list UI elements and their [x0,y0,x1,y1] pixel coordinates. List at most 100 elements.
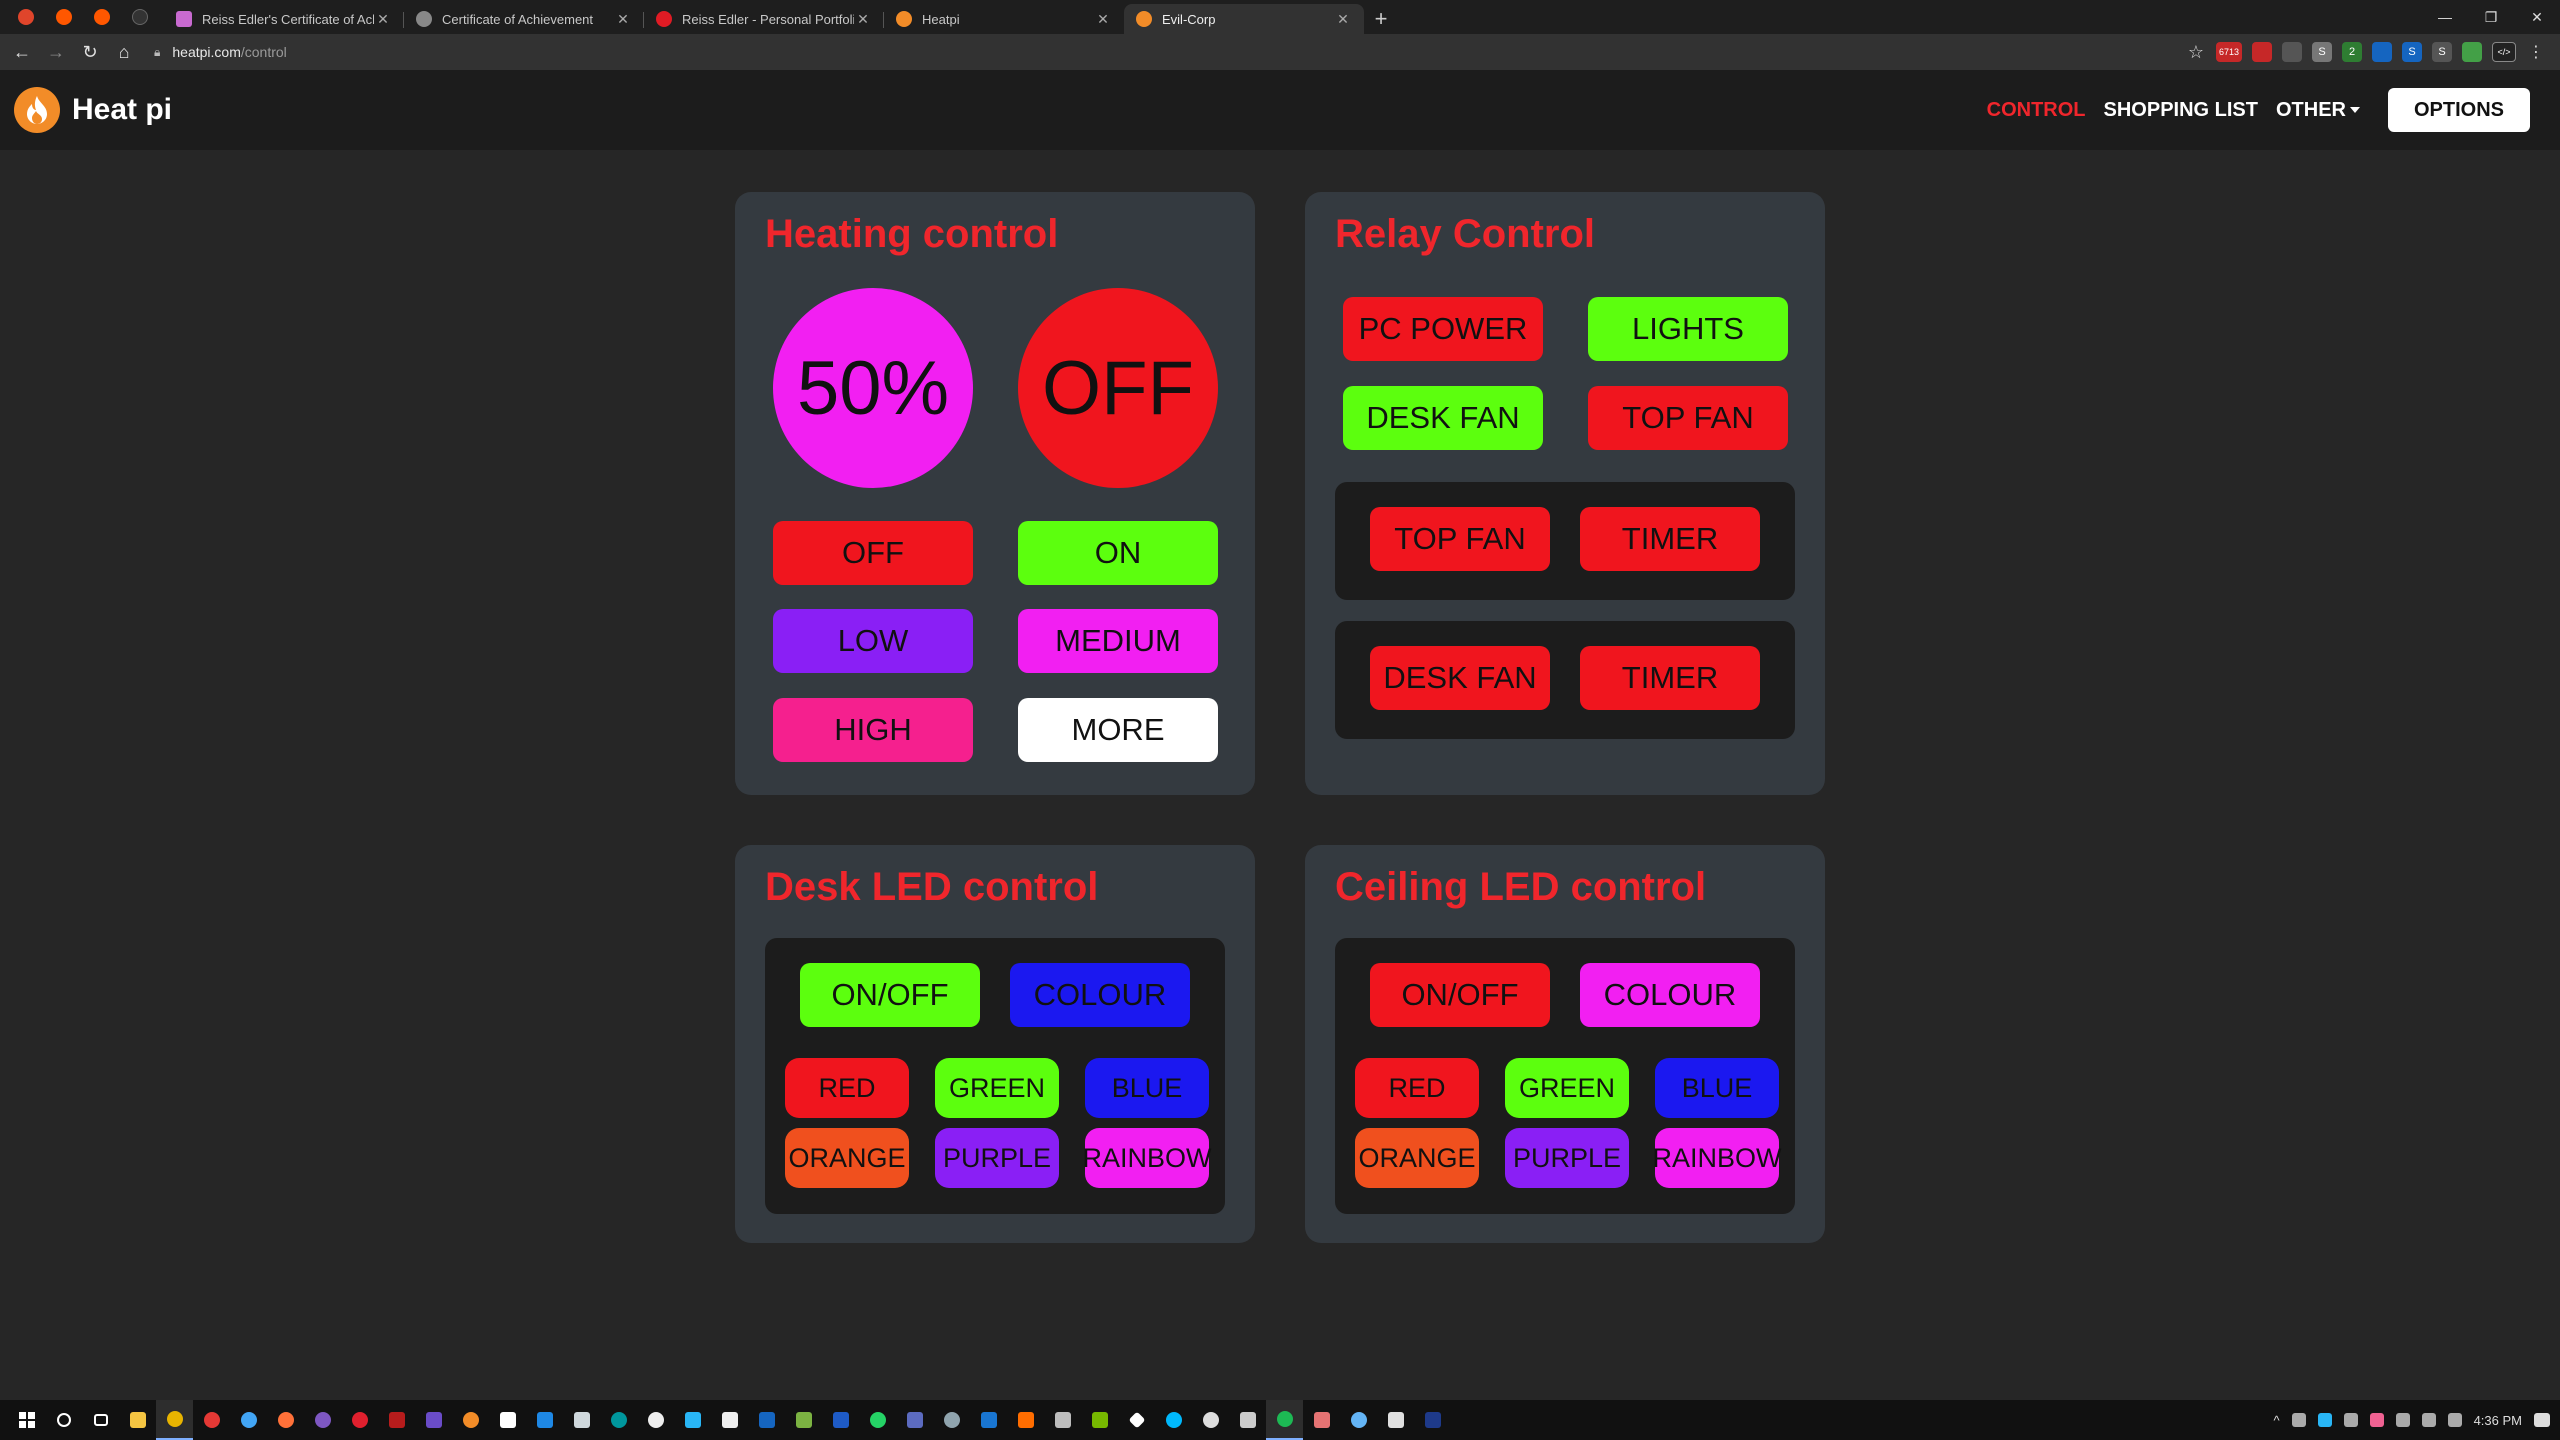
network-icon[interactable] [2421,1413,2436,1427]
app-icon[interactable] [1414,1400,1451,1440]
heating-on-button[interactable]: ON [1018,521,1218,585]
notification-icon[interactable] [2534,1413,2550,1427]
extension-icon[interactable] [2252,42,2272,62]
app-icon[interactable] [193,1400,230,1440]
tab-close-icon[interactable]: ✕ [614,11,632,28]
nvidia-icon[interactable] [1081,1400,1118,1440]
tab-portfolio[interactable]: Reiss Edler - Personal Portfolio ✕ [644,4,884,34]
app-icon[interactable] [378,1400,415,1440]
ceiling-led-power-button[interactable]: ON/OFF [1370,963,1550,1027]
nav-other-dropdown[interactable]: OTHER [2276,99,2360,122]
app-icon[interactable] [674,1400,711,1440]
extension-icon[interactable] [2462,42,2482,62]
pinned-tab-brave[interactable] [14,5,38,29]
windows-start-icon[interactable] [8,1400,45,1440]
tab-close-icon[interactable]: ✕ [374,11,392,28]
file-explorer-icon[interactable] [119,1400,156,1440]
app-icon[interactable] [711,1400,748,1440]
ceiling-led-blue-button[interactable]: BLUE [1655,1058,1779,1118]
visual-studio-icon[interactable] [748,1400,785,1440]
heating-low-button[interactable]: LOW [773,609,973,673]
app-icon[interactable] [563,1400,600,1440]
ceiling-led-orange-button[interactable]: ORANGE [1355,1128,1479,1188]
volume-icon[interactable] [2447,1413,2462,1427]
heating-off-button[interactable]: OFF [773,521,973,585]
brand-name[interactable]: Heat pi [72,93,172,127]
pc-power-button[interactable]: PC POWER [1343,297,1543,361]
pinned-tab-reddit[interactable] [52,5,76,29]
chevron-up-icon[interactable]: ^ [2273,1413,2279,1428]
desk-led-green-button[interactable]: GREEN [935,1058,1059,1118]
vscode-icon[interactable] [526,1400,563,1440]
tab-certificate[interactable]: Certificate of Achievement ✕ [404,4,644,34]
tray-icon[interactable] [2369,1413,2384,1427]
top-fan-timer-button[interactable]: TIMER [1580,507,1760,571]
heating-high-button[interactable]: HIGH [773,698,973,762]
desk-led-rainbow-button[interactable]: RAINBOW [1083,1128,1212,1188]
extension-icon[interactable]: S [2402,42,2422,62]
app-icon[interactable] [304,1400,341,1440]
logitech-icon[interactable] [1155,1400,1192,1440]
desk-led-blue-button[interactable]: BLUE [1085,1058,1209,1118]
desk-fan-button[interactable]: DESK FAN [1343,386,1543,450]
app-icon[interactable] [896,1400,933,1440]
minimize-icon[interactable]: — [2422,0,2468,34]
desk-led-colour-button[interactable]: COLOUR [1010,963,1190,1027]
ceiling-led-colour-button[interactable]: COLOUR [1580,963,1760,1027]
nav-shopping-list-link[interactable]: SHOPPING LIST [2104,99,2258,122]
options-button[interactable]: OPTIONS [2387,88,2530,132]
heating-more-button[interactable]: MORE [1018,698,1218,762]
tab-evil-corp[interactable]: Evil-Corp ✕ [1124,4,1364,34]
close-window-icon[interactable]: ✕ [2514,0,2560,34]
extension-icon[interactable] [2282,42,2302,62]
tab-close-icon[interactable]: ✕ [1334,11,1352,28]
new-tab-button[interactable]: + [1364,4,1398,34]
chrome-icon[interactable] [156,1400,193,1440]
forward-arrow-icon[interactable]: → [40,36,72,68]
app-icon[interactable] [230,1400,267,1440]
extension-icon[interactable] [2372,42,2392,62]
app-icon[interactable] [1340,1400,1377,1440]
desk-fan-toggle-button[interactable]: DESK FAN [1370,646,1550,710]
pinned-tab-github[interactable] [128,5,152,29]
top-fan-button[interactable]: TOP FAN [1588,386,1788,450]
ceiling-led-red-button[interactable]: RED [1355,1058,1479,1118]
extension-icon[interactable]: S [2432,42,2452,62]
reload-icon[interactable]: ↻ [74,36,106,68]
steam-icon[interactable] [933,1400,970,1440]
ceiling-led-rainbow-button[interactable]: RAINBOW [1653,1128,1782,1188]
opera-icon[interactable] [341,1400,378,1440]
app-icon[interactable] [1007,1400,1044,1440]
lights-button[interactable]: LIGHTS [1588,297,1788,361]
app-icon[interactable] [1377,1400,1414,1440]
desk-led-purple-button[interactable]: PURPLE [935,1128,1059,1188]
app-icon[interactable] [489,1400,526,1440]
tray-icon[interactable] [2291,1413,2306,1427]
back-arrow-icon[interactable]: ← [6,36,38,68]
desk-led-orange-button[interactable]: ORANGE [785,1128,909,1188]
address-bar[interactable]: 🔒︎ heatpi.com/control [154,38,2186,66]
app-icon[interactable] [452,1400,489,1440]
desk-led-power-button[interactable]: ON/OFF [800,963,980,1027]
spotify-icon[interactable] [1266,1400,1303,1440]
task-view-icon[interactable] [82,1400,119,1440]
flame-logo-icon[interactable] [14,87,60,133]
ceiling-led-green-button[interactable]: GREEN [1505,1058,1629,1118]
ceiling-led-purple-button[interactable]: PURPLE [1505,1128,1629,1188]
top-fan-toggle-button[interactable]: TOP FAN [1370,507,1550,571]
tray-icon[interactable] [2317,1413,2332,1427]
tab-heatpi[interactable]: Heatpi ✕ [884,4,1124,34]
app-icon[interactable] [415,1400,452,1440]
tab-close-icon[interactable]: ✕ [1094,11,1112,28]
home-icon[interactable]: ⌂ [108,36,140,68]
app-icon[interactable] [1303,1400,1340,1440]
app-icon[interactable] [970,1400,1007,1440]
search-circle-icon[interactable] [45,1400,82,1440]
nav-control-link[interactable]: CONTROL [1987,99,2086,122]
app-icon[interactable] [1229,1400,1266,1440]
desk-led-red-button[interactable]: RED [785,1058,909,1118]
app-icon[interactable] [1118,1400,1155,1440]
app-icon[interactable] [1044,1400,1081,1440]
tab-certificate-reiss[interactable]: Reiss Edler's Certificate of Achievement… [164,4,404,34]
gmail-extension-icon[interactable]: 6713 [2216,42,2242,62]
